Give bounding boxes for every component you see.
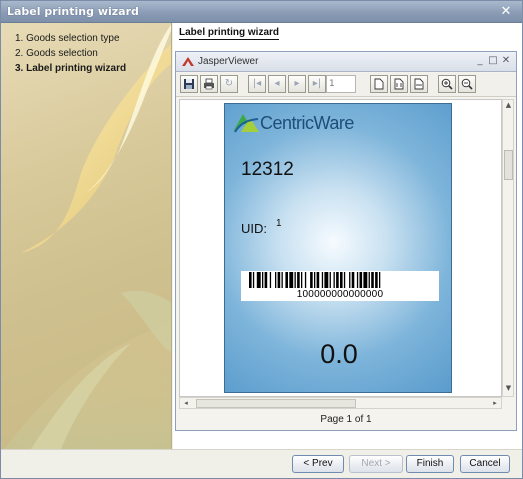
barcode-bar <box>310 272 313 288</box>
barcode-bar <box>351 272 355 288</box>
barcode-bar <box>269 272 272 288</box>
barcode-bars-icon <box>249 272 381 288</box>
step-item: 2. Goods selection <box>15 48 98 59</box>
next-page-icon[interactable]: ▸ <box>288 75 306 93</box>
barcode-bar <box>359 272 363 288</box>
uid-value: 1 <box>276 218 282 229</box>
title-bar: Label printing wizard ✕ <box>1 1 522 23</box>
scroll-right-icon[interactable]: ▸ <box>490 398 500 408</box>
actual-size-icon[interactable] <box>370 75 388 93</box>
barcode-bar <box>275 272 277 288</box>
barcode-bar <box>329 272 331 288</box>
barcode-bar <box>340 272 343 288</box>
steps-panel: 1. Goods selection type 2. Goods selecti… <box>1 23 172 449</box>
cancel-button[interactable]: Cancel <box>460 455 510 473</box>
wizard-footer: < Prev Next > Finish Cancel <box>1 449 522 478</box>
finish-button[interactable]: Finish <box>406 455 454 473</box>
barcode-bar <box>249 272 252 288</box>
wizard-window: Label printing wizard ✕ 1. Goods selecti… <box>0 0 523 479</box>
fit-width-icon[interactable] <box>410 75 428 93</box>
viewer-toolbar: ↻ |◂ ◂ ▸ ▸| 1 <box>176 73 516 97</box>
first-page-icon[interactable]: |◂ <box>248 75 266 93</box>
barcode-bar <box>336 272 339 288</box>
barcode-bar <box>321 272 324 288</box>
barcode-bar <box>371 272 374 288</box>
barcode-bar <box>356 272 359 288</box>
jasper-logo-icon <box>182 57 194 66</box>
horizontal-scrollbar[interactable]: ◂ ▸ <box>179 397 502 409</box>
barcode-text: 100000000000000 <box>296 289 384 300</box>
panel-heading: Label printing wizard <box>179 27 280 40</box>
scroll-thumb[interactable] <box>504 150 513 180</box>
steps-list: 1. Goods selection type 2. Goods selecti… <box>15 33 126 78</box>
next-button[interactable]: Next > <box>349 455 403 473</box>
decorative-swoosh-icon <box>4 24 171 449</box>
close-icon[interactable]: ✕ <box>500 55 512 67</box>
barcode: 100000000000000 <box>241 271 439 301</box>
barcode-bar <box>297 272 300 288</box>
barcode-bar <box>343 272 346 288</box>
barcode-bar <box>375 272 378 288</box>
step-item: 1. Goods selection type <box>15 33 120 44</box>
barcode-bar <box>256 272 261 288</box>
barcode-bar <box>285 272 288 288</box>
reload-icon[interactable]: ↻ <box>220 75 238 93</box>
uid-label: UID: <box>241 221 267 236</box>
product-code: 12312 <box>241 159 294 180</box>
brand-name: CentricWare <box>260 113 354 133</box>
barcode-bar <box>262 272 264 288</box>
barcode-bar <box>281 272 283 288</box>
barcode-bar <box>294 272 296 288</box>
zoom-in-icon[interactable] <box>438 75 456 93</box>
vertical-scrollbar[interactable]: ▲ ▼ <box>502 99 514 397</box>
close-icon[interactable]: ✕ <box>498 4 514 19</box>
scroll-up-icon[interactable]: ▲ <box>504 101 513 111</box>
print-icon[interactable] <box>200 75 218 93</box>
barcode-bar <box>264 272 268 288</box>
barcode-bar <box>301 272 303 288</box>
barcode-bar <box>316 272 320 288</box>
barcode-bar <box>277 272 281 288</box>
jasper-viewer: JasperViewer _ □ ✕ ↻ |◂ ◂ ▸ ▸| 1 Centric… <box>175 51 517 431</box>
fit-page-icon[interactable] <box>390 75 408 93</box>
scroll-down-icon[interactable]: ▼ <box>504 384 513 394</box>
report-viewport[interactable]: CentricWare 12312 UID: 1 100000000000000… <box>179 99 502 397</box>
barcode-bar <box>289 272 294 288</box>
page-number-input[interactable]: 1 <box>326 75 356 93</box>
barcode-bar <box>363 272 368 288</box>
scroll-left-icon[interactable]: ◂ <box>181 398 191 408</box>
barcode-bar <box>304 272 307 288</box>
step-item-active: 3. Label printing wizard <box>15 63 127 74</box>
barcode-bar <box>324 272 329 288</box>
amount-value: 0.0 <box>320 339 358 369</box>
viewer-title-bar: JasperViewer _ □ ✕ <box>176 52 516 72</box>
barcode-bar <box>314 272 316 288</box>
save-icon[interactable] <box>180 75 198 93</box>
barcode-bar <box>252 272 255 288</box>
window-title: Label printing wizard <box>7 5 139 18</box>
prev-button[interactable]: < Prev <box>292 455 344 473</box>
viewer-title: JasperViewer <box>198 56 259 67</box>
zoom-out-icon[interactable] <box>458 75 476 93</box>
product-label: CentricWare 12312 UID: 1 100000000000000… <box>224 103 452 393</box>
minimize-icon[interactable]: _ <box>474 55 486 67</box>
barcode-bar <box>333 272 335 288</box>
barcode-bar <box>368 272 370 288</box>
maximize-icon[interactable]: □ <box>487 55 499 67</box>
page-status: Page 1 of 1 <box>320 414 372 425</box>
last-page-icon[interactable]: ▸| <box>308 75 326 93</box>
centricware-logo-icon <box>233 114 259 133</box>
prev-page-icon[interactable]: ◂ <box>268 75 286 93</box>
barcode-bar <box>379 272 381 288</box>
barcode-bar <box>349 272 351 288</box>
scroll-thumb[interactable] <box>196 399 356 408</box>
